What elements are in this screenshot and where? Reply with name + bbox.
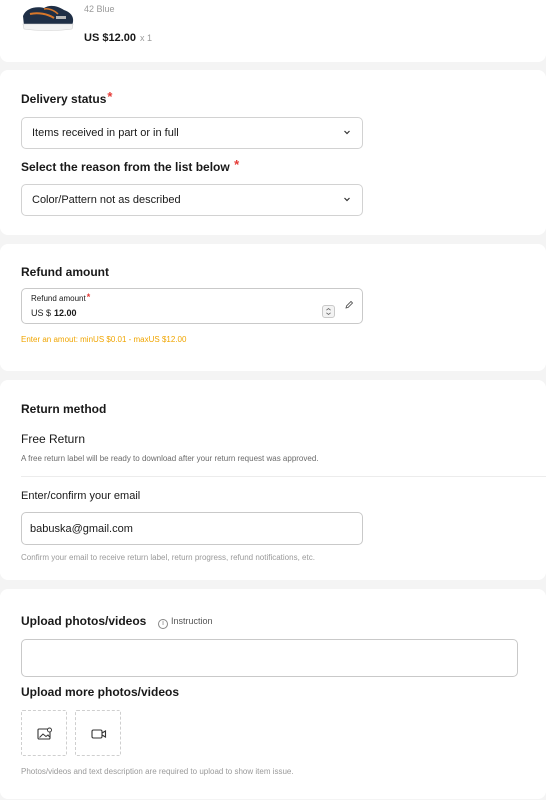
info-icon: i (158, 619, 168, 629)
price-value: US $12.00 (84, 32, 136, 44)
email-hint: Confirm your email to receive return lab… (21, 553, 315, 562)
email-field[interactable] (21, 512, 363, 545)
upload-more-title: Upload more photos/videos (21, 685, 180, 699)
refund-field-label: Refund amount* (31, 292, 91, 304)
required-mark: * (86, 292, 91, 302)
return-method-section: Return method Free Return A free return … (0, 380, 546, 580)
refund-amount-field[interactable]: Refund amount* US $12.00 (21, 288, 363, 324)
product-quantity: x 1 (139, 33, 152, 43)
divider (21, 476, 546, 477)
refund-title: Refund amount (21, 265, 109, 279)
product-sku: 42 Blue (84, 4, 115, 14)
delivery-status-title: Delivery status* (21, 89, 113, 107)
refund-field-label-text: Refund amount (31, 294, 86, 303)
free-return-description: A free return label will be ready to dow… (21, 454, 319, 463)
refund-amount-hint: Enter an amout: minUS $0.01 - maxUS $12.… (21, 335, 187, 344)
edit-pencil-icon[interactable] (344, 300, 354, 310)
product-price: US $12.00 x 1 (84, 32, 152, 44)
free-return-option: Free Return (21, 432, 86, 446)
refund-amount-value: US $12.00 (31, 308, 77, 318)
refund-section: Refund amount Refund amount* US $12.00 E… (0, 244, 546, 371)
upload-footer-note: Photos/videos and text description are r… (21, 767, 294, 776)
upload-photo-button[interactable] (21, 710, 67, 756)
instruction-label: Instruction (171, 616, 213, 626)
delivery-status-select[interactable]: Items received in part or in full (21, 117, 363, 149)
product-card: 42 Blue US $12.00 x 1 (0, 0, 546, 62)
reason-label: Select the reason from the list below (21, 160, 230, 174)
reason-select[interactable]: Color/Pattern not as described (21, 184, 363, 216)
reason-title: Select the reason from the list below * (21, 157, 240, 175)
currency-label: US $ (31, 308, 52, 318)
amount-number: 12.00 (54, 308, 77, 318)
chevron-down-icon (344, 130, 350, 135)
required-mark: * (234, 157, 240, 172)
return-method-title: Return method (21, 402, 107, 416)
sneaker-image (22, 5, 74, 31)
delivery-status-value: Items received in part or in full (32, 127, 179, 139)
description-input[interactable] (21, 639, 518, 677)
upload-video-button[interactable] (75, 710, 121, 756)
reason-value: Color/Pattern not as described (32, 194, 181, 206)
email-label: Enter/confirm your email (21, 490, 141, 502)
amount-stepper-icon[interactable] (322, 305, 335, 318)
required-mark: * (107, 89, 113, 104)
delivery-section: Delivery status* Items received in part … (0, 70, 546, 235)
upload-title: Upload photos/videos (21, 614, 147, 628)
chevron-down-icon (344, 197, 350, 202)
delivery-status-label: Delivery status (21, 92, 107, 106)
image-icon (37, 727, 52, 740)
instruction-link[interactable]: i Instruction (158, 616, 213, 629)
video-icon (91, 729, 107, 739)
upload-section: Upload photos/videos i Instruction Upload… (0, 589, 546, 799)
